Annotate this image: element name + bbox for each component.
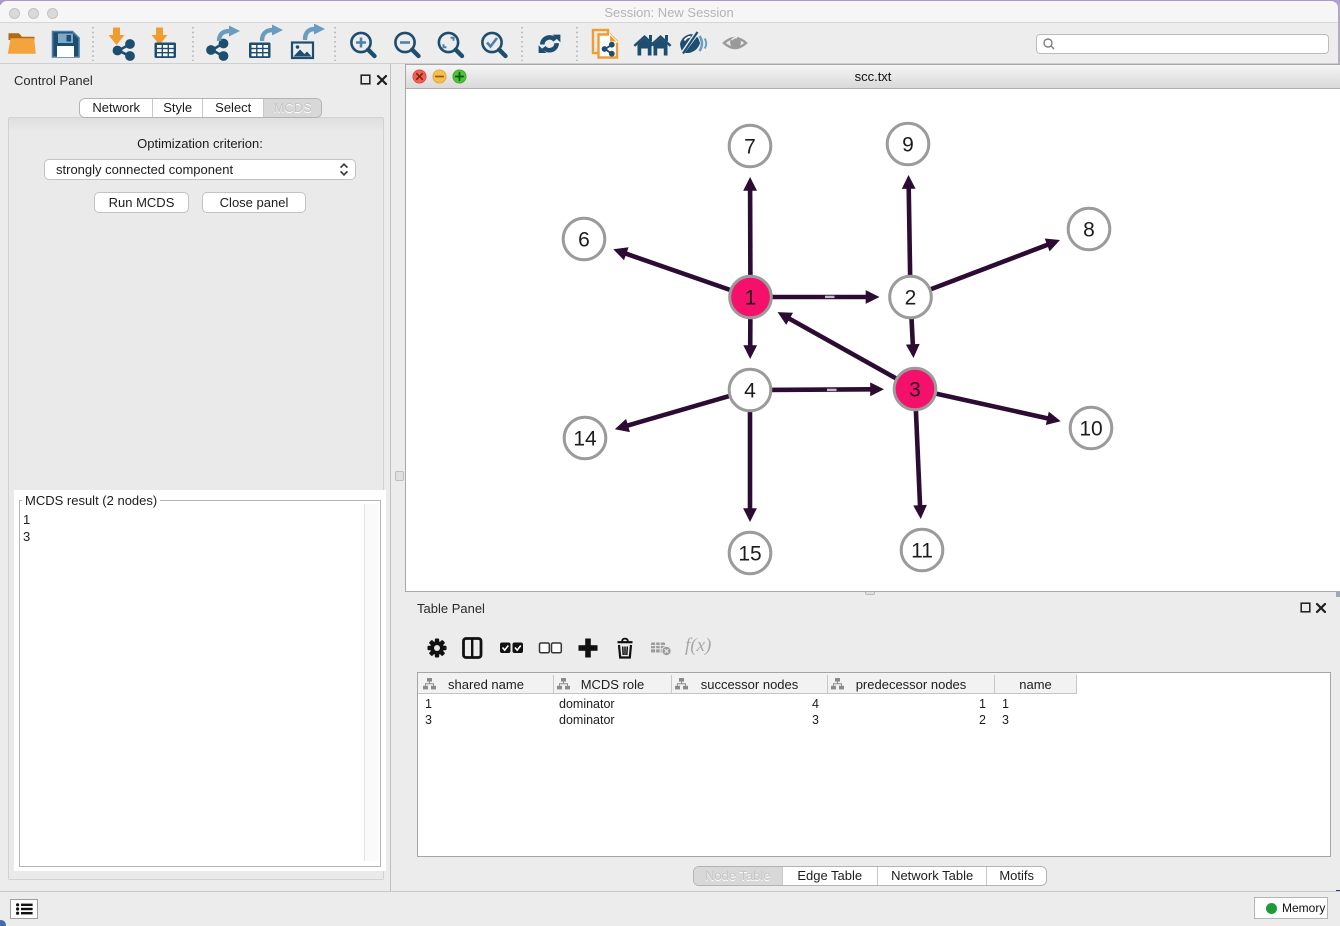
svg-text:7: 7 [744,136,756,159]
svg-text:4: 4 [744,380,756,403]
svg-text:1: 1 [745,287,757,310]
svg-text:6: 6 [578,229,590,252]
svg-text:3: 3 [909,379,921,402]
svg-text:10: 10 [1079,418,1102,441]
svg-text:11: 11 [911,540,933,563]
svg-text:14: 14 [573,428,597,451]
svg-text:9: 9 [902,134,914,157]
svg-text:2: 2 [905,287,917,310]
svg-text:15: 15 [738,543,761,566]
svg-text:8: 8 [1083,219,1095,242]
